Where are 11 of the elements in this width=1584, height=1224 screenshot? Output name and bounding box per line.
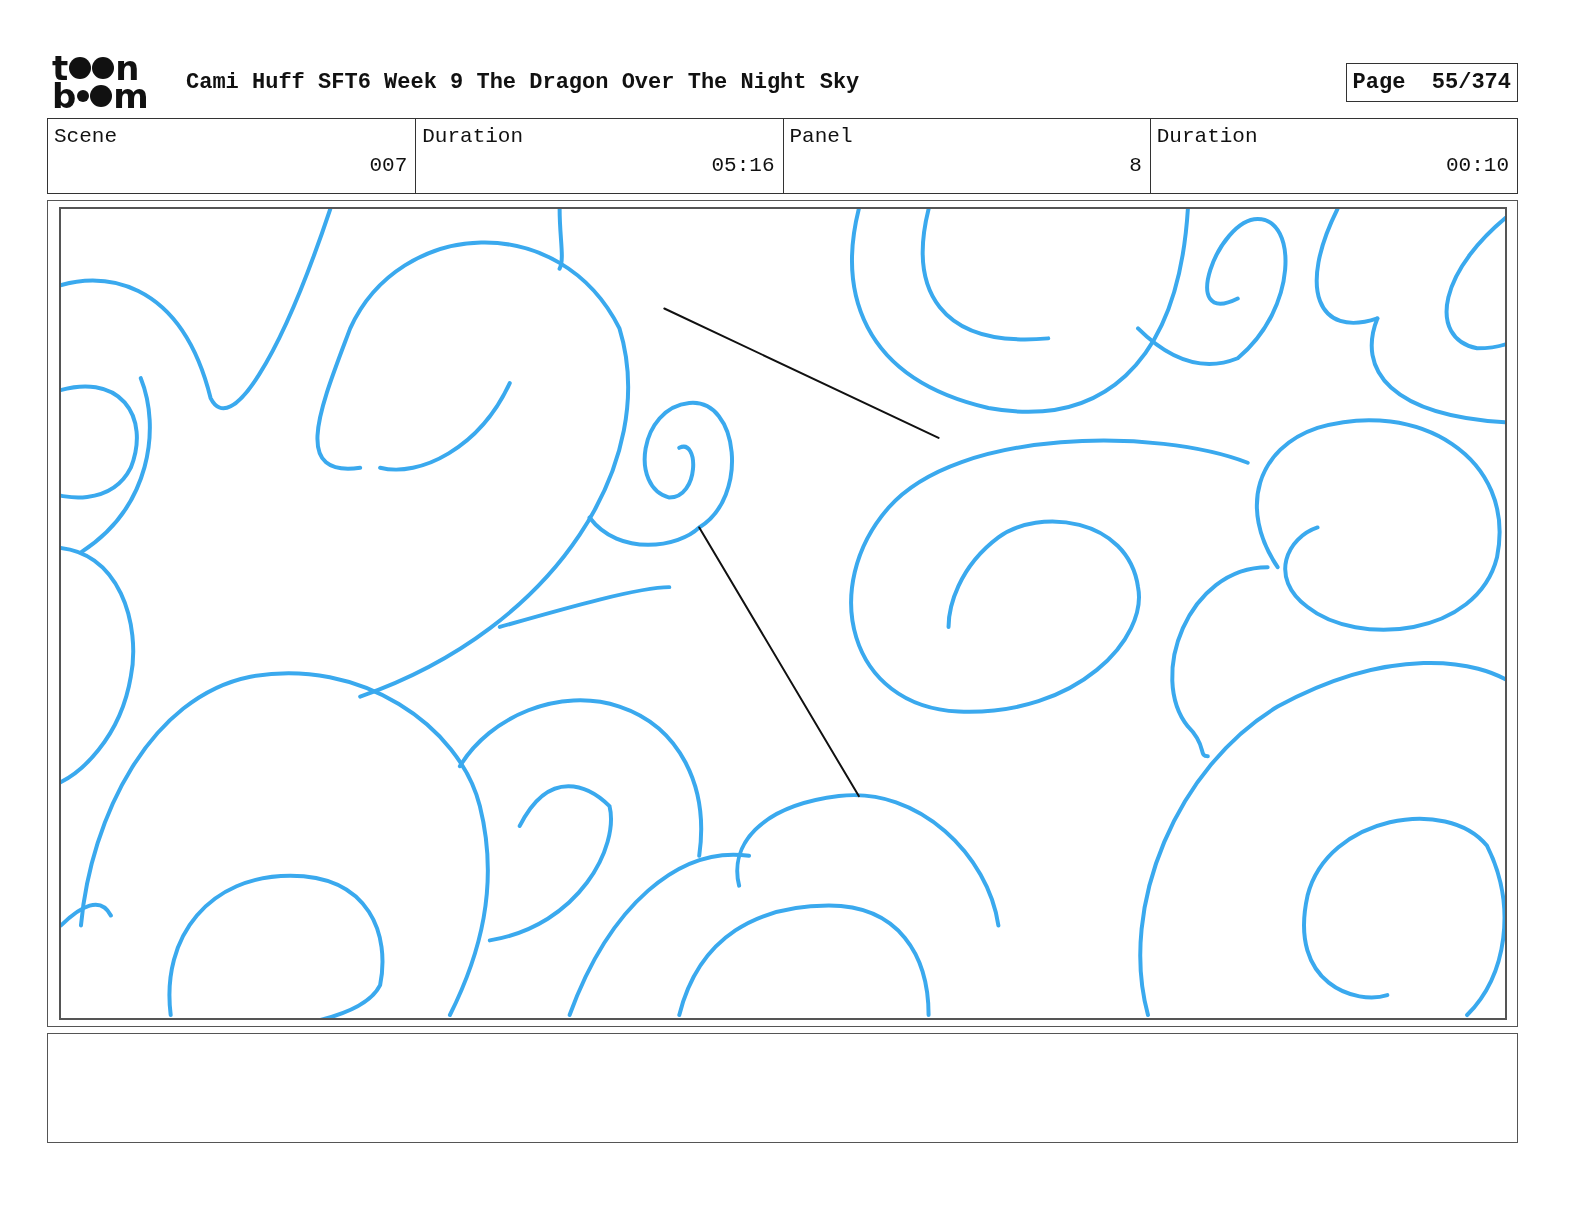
column-number: 8: [1128, 154, 1142, 177]
column-number: 05:16: [710, 154, 775, 177]
column-label: Duration: [422, 125, 525, 148]
toon-boom-logo: t n b m: [52, 54, 150, 110]
column-label: Duration: [1156, 125, 1259, 148]
column-number: 007: [368, 154, 408, 177]
column-number: 00:10: [1445, 154, 1509, 177]
column-label: Scene: [54, 125, 118, 148]
column-label: Panel: [789, 125, 854, 148]
page-number: Page 55/374: [1345, 62, 1518, 102]
storyboard-title: Cami Huff SFT6 Week 9 The Dragon Over The Night Sky: [186, 69, 861, 95]
